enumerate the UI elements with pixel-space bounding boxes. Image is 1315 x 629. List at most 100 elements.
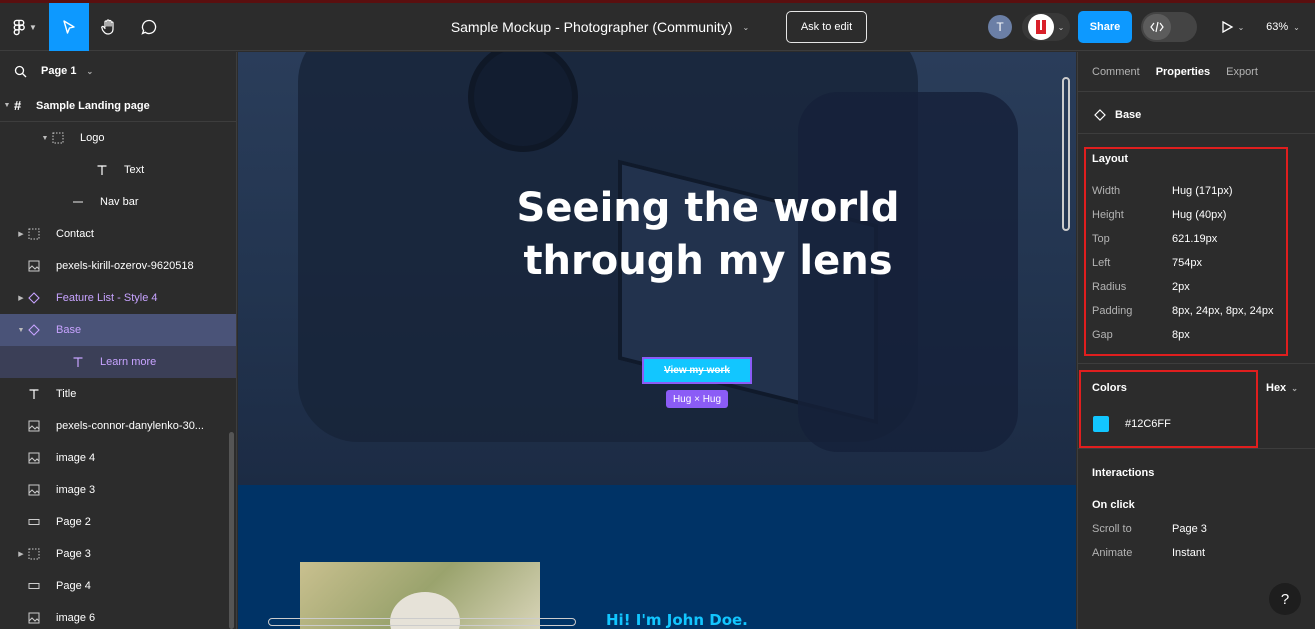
layers-scrollbar[interactable] (229, 432, 234, 629)
properties-panel: Comment Properties Export Base Layout Wi… (1077, 52, 1315, 629)
layer-item[interactable]: Text (0, 154, 236, 186)
layer-label: Title (56, 388, 77, 400)
layer-root-frame[interactable]: ▼ # Sample Landing page (0, 90, 236, 122)
hero-title-line-1: Seeing the world (516, 185, 900, 231)
layer-item[interactable]: ▶ Feature List - Style 4 (0, 282, 236, 314)
interaction-destination[interactable]: Page 3 (1172, 523, 1207, 535)
layer-item[interactable]: Page 4 (0, 570, 236, 602)
layer-label: pexels-connor-danylenko-30... (56, 420, 204, 432)
frame-icon (26, 226, 42, 242)
layer-label: image 4 (56, 452, 96, 464)
layout-section-title: Layout (1092, 153, 1129, 165)
play-icon (1221, 20, 1233, 34)
main-menu-button[interactable]: ▼ (6, 11, 44, 43)
tab-export[interactable]: Export (1226, 66, 1258, 78)
color-format-dropdown[interactable]: Hex ⌄ (1266, 382, 1298, 394)
tab-properties[interactable]: Properties (1156, 66, 1210, 78)
canvas-vertical-scrollbar[interactable] (1062, 77, 1070, 231)
selected-layer-name: Base (1115, 108, 1142, 121)
instance-icon (1094, 108, 1106, 121)
layer-label: Text (124, 164, 145, 176)
layer-item[interactable]: Title (0, 378, 236, 410)
layer-item[interactable]: ▶ Contact (0, 218, 236, 250)
hand-tool-button[interactable] (89, 3, 129, 51)
caret-icon[interactable]: ▶ (16, 550, 26, 558)
layer-item[interactable]: image 6 (0, 602, 236, 629)
color-swatch (1093, 416, 1109, 432)
interaction-row[interactable]: Animate Instant (1092, 541, 1292, 565)
move-tool-button[interactable] (49, 3, 89, 51)
instance-icon (26, 322, 42, 338)
layer-item[interactable]: pexels-connor-danylenko-30... (0, 410, 236, 442)
layer-item[interactable]: Learn more (0, 346, 236, 378)
panel-tabs: Comment Properties Export (1078, 52, 1315, 92)
interaction-label: Animate (1092, 547, 1133, 559)
prop-value: 621.19px (1172, 233, 1218, 245)
layer-item[interactable]: Nav bar (0, 186, 236, 218)
tab-comment[interactable]: Comment (1092, 66, 1140, 78)
interaction-animation: Instant (1172, 547, 1206, 559)
selected-layer-header[interactable]: Base (1078, 96, 1315, 134)
page-selector[interactable]: Page 1 ⌄ (0, 52, 236, 90)
user-menu-button[interactable]: ⌄ (1022, 13, 1070, 41)
chevron-down-icon: ⌄ (742, 22, 750, 32)
caret-icon[interactable]: ▶ (16, 294, 26, 302)
layer-item[interactable]: ▼ Base (0, 314, 236, 346)
hero-section[interactable]: Seeing the world through my lens View my… (238, 52, 1076, 485)
layout-prop-row: Padding 8px, 24px, 8px, 24px (1092, 299, 1292, 323)
color-format-label: Hex (1266, 382, 1287, 394)
about-heading[interactable]: Hi! I'm John Doe. (606, 611, 748, 629)
image-icon (26, 418, 42, 434)
chevron-down-icon: ▼ (29, 22, 37, 32)
prop-value: 8px, 24px, 8px, 24px (1172, 305, 1274, 317)
layer-label: Feature List - Style 4 (56, 292, 158, 304)
layer-item[interactable]: image 4 (0, 442, 236, 474)
help-button[interactable]: ? (1269, 583, 1301, 615)
file-title-dropdown[interactable]: Sample Mockup - Photographer (Community)… (420, 3, 780, 51)
interaction-row[interactable]: Scroll to Page 3 (1092, 517, 1292, 541)
canvas-horizontal-scrollbar[interactable] (268, 618, 576, 626)
color-swatch-row[interactable]: #12C6FF (1093, 416, 1171, 432)
ask-to-edit-button[interactable]: Ask to edit (786, 11, 867, 43)
line-icon (70, 194, 86, 210)
zoom-dropdown[interactable]: 63% ⌄ (1258, 11, 1308, 43)
caret-icon[interactable]: ▼ (16, 327, 26, 334)
share-button[interactable]: Share (1078, 11, 1132, 43)
zoom-value: 63% (1266, 21, 1289, 33)
code-icon (1143, 14, 1171, 40)
layer-item[interactable]: pexels-kirill-ozerov-9620518 (0, 250, 236, 282)
prop-value: 754px (1172, 257, 1202, 269)
image-icon (26, 610, 42, 626)
frame-icon (26, 546, 42, 562)
prop-value: 2px (1172, 281, 1190, 293)
file-title: Sample Mockup - Photographer (Community) (450, 19, 733, 35)
layer-label: pexels-kirill-ozerov-9620518 (56, 260, 194, 272)
dev-mode-toggle[interactable] (1141, 12, 1197, 42)
layer-item[interactable]: ▼ Logo (0, 122, 236, 154)
view-my-work-button[interactable]: View my work (642, 357, 752, 384)
size-badge: Hug × Hug (666, 390, 728, 408)
user-avatar-icon (1027, 14, 1054, 40)
layer-label: image 3 (56, 484, 96, 496)
color-hex-value: #12C6FF (1125, 418, 1171, 430)
canvas[interactable]: Seeing the world through my lens View my… (238, 52, 1076, 629)
layer-label: Page 4 (56, 580, 91, 592)
avatar[interactable]: T (988, 15, 1012, 39)
interaction-trigger[interactable]: On click (1092, 499, 1135, 511)
layout-prop-row: Left 754px (1092, 251, 1292, 275)
hero-title[interactable]: Seeing the world through my lens (448, 182, 968, 288)
layer-label: Base (56, 324, 82, 336)
comment-tool-button[interactable] (129, 3, 169, 51)
caret-icon[interactable]: ▼ (40, 135, 50, 142)
layer-item[interactable]: image 3 (0, 474, 236, 506)
layer-item[interactable]: Page 2 (0, 506, 236, 538)
caret-down-icon: ▼ (3, 102, 11, 109)
about-section[interactable]: Hi! I'm John Doe. (238, 485, 1076, 629)
prop-label: Left (1092, 257, 1111, 269)
present-button[interactable]: ⌄ (1212, 11, 1252, 43)
layer-item[interactable]: ▶ Page 3 (0, 538, 236, 570)
layer-list: ▼ Logo Text Nav bar ▶ Contact pexels-kirill-oz… (0, 122, 236, 629)
caret-icon[interactable]: ▶ (16, 230, 26, 238)
comment-icon (141, 19, 157, 35)
layer-label: Page 3 (56, 548, 91, 560)
